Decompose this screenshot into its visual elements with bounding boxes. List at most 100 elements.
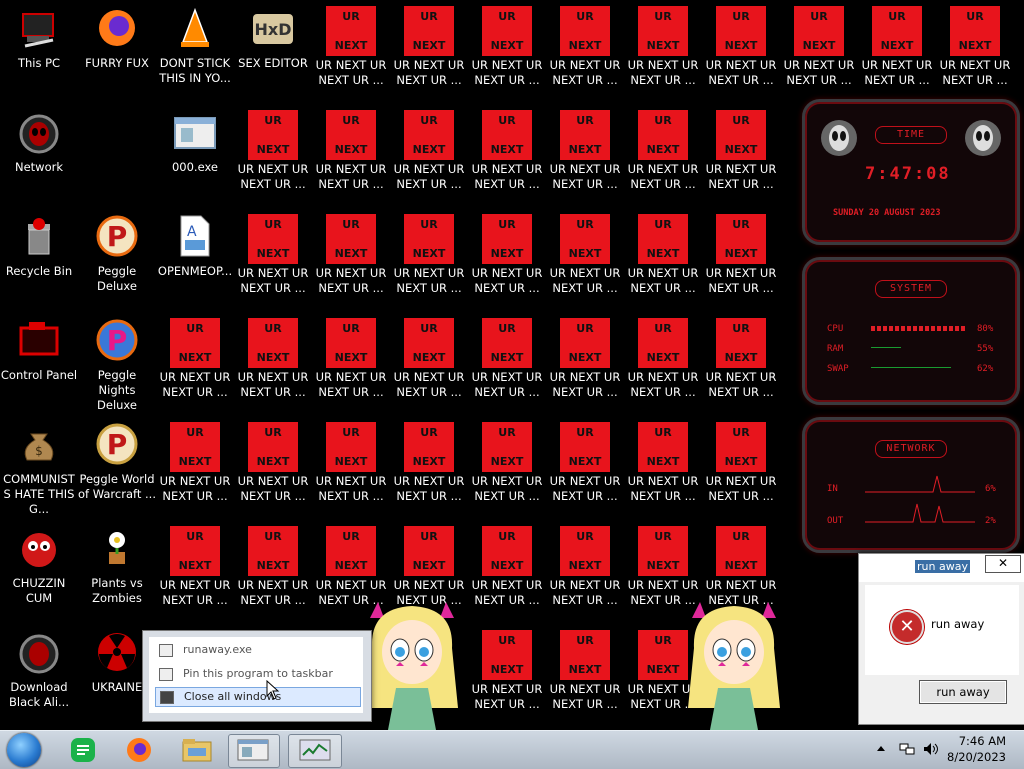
network-tray-icon[interactable] (898, 742, 916, 756)
jump-item-close-all[interactable]: Close all windows (155, 687, 361, 707)
icon-ur-next[interactable]: UR NEXT UR NEXT UR NEXT UR ... (312, 0, 390, 100)
icon-ur-next[interactable]: UR NEXT UR NEXT UR NEXT UR ... (390, 312, 468, 412)
icon-peggle-nights[interactable]: P Peggle Nights Deluxe (78, 312, 156, 412)
jump-item-runaway[interactable]: runaway.exe (155, 641, 359, 659)
icon-label: UR NEXT UR NEXT UR ... (471, 474, 543, 503)
icon-ur-next[interactable]: UR NEXT UR NEXT UR NEXT UR ... (546, 312, 624, 412)
icon-ur-next[interactable]: UR NEXT UR NEXT UR NEXT UR ... (624, 416, 702, 516)
icon-ur-next[interactable]: UR NEXT UR NEXT UR NEXT UR ... (936, 0, 1014, 100)
icon-ur-next[interactable]: UR NEXT UR NEXT UR NEXT UR ... (624, 208, 702, 308)
ur-badge-top: UR (186, 322, 204, 335)
ur-badge-bottom: NEXT (802, 39, 836, 52)
ur-badge-top: UR (576, 322, 594, 335)
icon-this-pc[interactable]: This PC (0, 0, 78, 100)
taskbar-app-explorer[interactable] (172, 734, 222, 766)
icon-ur-next[interactable]: UR NEXT UR NEXT UR NEXT UR ... (702, 312, 780, 412)
icon-peggle-deluxe[interactable]: P Peggle Deluxe (78, 208, 156, 308)
ur-badge-bottom: NEXT (256, 455, 290, 468)
icon-ur-next[interactable]: UR NEXT UR NEXT UR NEXT UR ... (156, 416, 234, 516)
icon-ur-next[interactable]: UR NEXT UR NEXT UR NEXT UR ... (702, 416, 780, 516)
icon-label: COMMUNISTS HATE THIS G... (3, 472, 75, 516)
ram-label: RAM (827, 344, 844, 354)
icon-ur-next[interactable]: UR NEXT UR NEXT UR NEXT UR ... (234, 416, 312, 516)
icon-communists[interactable]: $ COMMUNISTS HATE THIS G... (0, 416, 78, 516)
icon-ur-next[interactable]: UR NEXT UR NEXT UR NEXT UR ... (234, 104, 312, 204)
icon-ur-next[interactable]: UR NEXT UR NEXT UR NEXT UR ... (702, 104, 780, 204)
icon-ur-next[interactable]: UR NEXT UR NEXT UR NEXT UR ... (234, 208, 312, 308)
icon-ur-next[interactable]: UR NEXT UR NEXT UR NEXT UR ... (546, 624, 624, 724)
icon-chuzzin[interactable]: CHUZZIN CUM (0, 520, 78, 620)
icon-label: Peggle Deluxe (97, 264, 137, 293)
icon-ur-next[interactable]: UR NEXT UR NEXT UR NEXT UR ... (546, 208, 624, 308)
icon-ur-next[interactable]: UR NEXT UR NEXT UR NEXT UR ... (624, 0, 702, 100)
icon-ur-next[interactable]: UR NEXT UR NEXT UR NEXT UR ... (468, 208, 546, 308)
taskbar-app-notes[interactable] (58, 734, 108, 766)
icon-ur-next[interactable]: UR NEXT UR NEXT UR NEXT UR ... (624, 104, 702, 204)
icon-ur-next[interactable]: UR NEXT UR NEXT UR NEXT UR ... (156, 520, 234, 620)
icon-ur-next[interactable]: UR NEXT UR NEXT UR NEXT UR ... (468, 104, 546, 204)
icon-ur-next[interactable]: UR NEXT UR NEXT UR NEXT UR ... (468, 0, 546, 100)
icon-ur-next[interactable]: UR NEXT UR NEXT UR NEXT UR ... (390, 0, 468, 100)
ur-badge-top: UR (342, 218, 360, 231)
start-button[interactable] (7, 733, 41, 767)
taskbar-app-taskmgr[interactable] (288, 734, 342, 768)
ur-next-icon: UR NEXT (326, 526, 376, 576)
icon-ur-next[interactable]: UR NEXT UR NEXT UR NEXT UR ... (468, 416, 546, 516)
icon-label: UR NEXT UR NEXT UR ... (705, 266, 777, 295)
icon-download-black[interactable]: Download Black Ali... (0, 624, 78, 724)
ur-next-icon: UR NEXT (560, 214, 610, 264)
ur-next-icon: UR NEXT (482, 422, 532, 472)
icon-ur-next[interactable]: UR NEXT UR NEXT UR NEXT UR ... (234, 520, 312, 620)
icon-ur-next[interactable]: UR NEXT UR NEXT UR NEXT UR ... (858, 0, 936, 100)
ur-badge-bottom: NEXT (178, 559, 212, 572)
taskbar-app-runaway[interactable] (228, 734, 280, 768)
icon-ur-next[interactable]: UR NEXT UR NEXT UR NEXT UR ... (390, 208, 468, 308)
icon-sex-editor[interactable]: HxD SEX EDITOR (234, 0, 312, 100)
ur-badge-bottom: NEXT (490, 39, 524, 52)
icon-ur-next[interactable]: UR NEXT UR NEXT UR NEXT UR ... (390, 416, 468, 516)
icon-ur-next[interactable]: UR NEXT UR NEXT UR NEXT UR ... (624, 312, 702, 412)
icon-ur-next[interactable]: UR NEXT UR NEXT UR NEXT UR ... (312, 312, 390, 412)
icon-peggle-world[interactable]: P Peggle World of Warcraft ... (78, 416, 156, 516)
ur-badge-top: UR (498, 218, 516, 231)
ur-next-icon: UR NEXT (326, 422, 376, 472)
network-out-graph (865, 503, 975, 523)
desktop: This PC Network Recycle Bin Control Pane… (0, 0, 1024, 730)
icon-ur-next[interactable]: UR NEXT UR NEXT UR NEXT UR ... (312, 104, 390, 204)
icon-dont-stick[interactable]: DONT STICK THIS IN YO... (156, 0, 234, 100)
icon-furry-fux[interactable]: FURRY FUX (78, 0, 156, 100)
show-hidden-icons-icon[interactable] (874, 742, 888, 756)
icon-recycle-bin[interactable]: Recycle Bin (0, 208, 78, 308)
jump-item-pin[interactable]: Pin this program to taskbar (155, 665, 359, 683)
run-away-button[interactable]: run away (919, 680, 1007, 704)
icon-ur-next[interactable]: UR NEXT UR NEXT UR NEXT UR ... (702, 208, 780, 308)
icon-plants-vs-zombies[interactable]: Plants vs Zombies (78, 520, 156, 620)
icon-ur-next[interactable]: UR NEXT UR NEXT UR NEXT UR ... (546, 104, 624, 204)
close-button[interactable]: ✕ (985, 555, 1021, 573)
icon-ur-next[interactable]: UR NEXT UR NEXT UR NEXT UR ... (234, 312, 312, 412)
icon-network[interactable]: Network (0, 104, 78, 204)
icon-ur-next[interactable]: UR NEXT UR NEXT UR NEXT UR ... (546, 520, 624, 620)
icon-ur-next[interactable]: UR NEXT UR NEXT UR NEXT UR ... (546, 0, 624, 100)
taskbar-clock[interactable]: 7:46 AM 8/20/2023 (936, 733, 1006, 765)
icon-ur-next[interactable]: UR NEXT UR NEXT UR NEXT UR ... (468, 312, 546, 412)
dialog-titlebar[interactable]: run away ✕ (859, 554, 1024, 582)
icon-ur-next[interactable]: UR NEXT UR NEXT UR NEXT UR ... (156, 312, 234, 412)
ur-next-icon: UR NEXT (404, 526, 454, 576)
icon-control-panel[interactable]: Control Panel (0, 312, 78, 412)
icon-ur-next[interactable]: UR NEXT UR NEXT UR NEXT UR ... (546, 416, 624, 516)
icon-ur-next[interactable]: UR NEXT UR NEXT UR NEXT UR ... (468, 624, 546, 724)
icon-ur-next[interactable]: UR NEXT UR NEXT UR NEXT UR ... (312, 416, 390, 516)
icon-ur-next[interactable]: UR NEXT UR NEXT UR NEXT UR ... (390, 104, 468, 204)
ur-next-icon: UR NEXT (560, 318, 610, 368)
icon-ur-next[interactable]: UR NEXT UR NEXT UR NEXT UR ... (312, 208, 390, 308)
ur-next-icon: UR NEXT (716, 110, 766, 160)
icon-openmeop[interactable]: A OPENMEOP... (156, 208, 234, 308)
alienware-clock-gadget[interactable]: TIME 7:47:08 SUNDAY 20 AUGUST 2023 SYSTE… (794, 95, 1024, 555)
icon-ur-next[interactable]: UR NEXT UR NEXT UR NEXT UR ... (468, 520, 546, 620)
icon-exe-000[interactable]: 000.exe (156, 104, 234, 204)
icon-ur-next[interactable]: UR NEXT UR NEXT UR NEXT UR ... (702, 0, 780, 100)
ur-next-icon: UR NEXT (638, 526, 688, 576)
icon-ur-next[interactable]: UR NEXT UR NEXT UR NEXT UR ... (780, 0, 858, 100)
taskbar-app-firefox[interactable] (114, 734, 164, 766)
